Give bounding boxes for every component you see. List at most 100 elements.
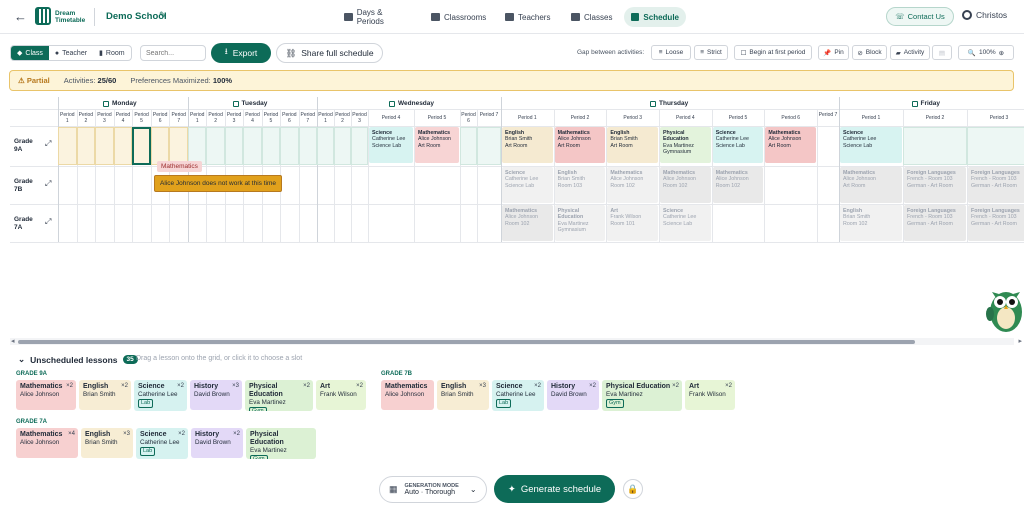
hovered-drop-cell[interactable] xyxy=(132,127,151,165)
expand-icon[interactable]: ⤢ xyxy=(45,139,51,149)
unscheduled-lesson-card[interactable]: History David Brown ×3 xyxy=(190,380,242,410)
unscheduled-lesson-card[interactable]: English Brian Smith ×3 xyxy=(81,428,133,458)
zoom-out-icon[interactable]: 🔍 xyxy=(968,49,976,57)
drop-target-cell[interactable] xyxy=(58,127,77,165)
lesson-card[interactable]: Mathematics Alice Johnson Art Room xyxy=(554,127,606,163)
drop-target-cell[interactable] xyxy=(243,127,262,165)
lesson-card[interactable]: Mathematics Alice Johnson Room 102 xyxy=(660,167,711,203)
unscheduled-lesson-card[interactable]: Physical Education Eva Martinez Gym ×2 xyxy=(602,380,682,411)
expand-icon[interactable]: ⤢ xyxy=(45,217,51,227)
lesson-card[interactable]: Mathematics Alice Johnson Art Room xyxy=(840,167,902,203)
view-room-button[interactable]: ▮ Room xyxy=(93,46,131,60)
nav-teachers[interactable]: Teachers xyxy=(498,7,560,27)
nav-classes[interactable]: Classes xyxy=(564,7,624,27)
lesson-card[interactable]: Science Catherine Lee Science Lab xyxy=(840,127,902,163)
drop-target-cell[interactable] xyxy=(334,127,351,165)
drop-target-cell[interactable] xyxy=(317,127,334,165)
nav-days-periods[interactable]: Days & Periods xyxy=(337,7,417,27)
lesson-card[interactable]: English Brian Smith Room 102 xyxy=(840,205,902,241)
lesson-card[interactable]: Physical Education Eva Martinez Gymnasium xyxy=(554,205,606,241)
drop-target-cell[interactable] xyxy=(224,127,244,165)
drop-target-cell[interactable] xyxy=(95,127,114,165)
drop-target-cell[interactable] xyxy=(169,127,188,165)
unscheduled-lesson-card[interactable]: History David Brown ×2 xyxy=(191,428,243,458)
drop-target-cell[interactable] xyxy=(351,127,368,165)
unscheduled-lesson-card[interactable]: Mathematics Alice Johnson ×2 xyxy=(16,380,76,410)
unscheduled-lesson-card[interactable]: English Brian Smith ×3 xyxy=(437,380,489,410)
export-button[interactable]: ⭳ Export xyxy=(211,43,271,63)
unscheduled-lesson-card[interactable]: History David Brown ×2 xyxy=(547,380,599,410)
contact-us-button[interactable]: ☏ Contact Us xyxy=(886,7,954,26)
unscheduled-lesson-card[interactable]: Science Catherine Lee Lab ×2 xyxy=(134,380,187,411)
lesson-card[interactable]: Foreign Languages French - Room 103 German… xyxy=(968,167,1024,203)
zoom-in-icon[interactable]: ⊕ xyxy=(999,49,1004,57)
lesson-card[interactable]: Mathematics Alice Johnson Art Room xyxy=(765,127,817,163)
lesson-card[interactable]: Mathematics Alice Johnson Art Room xyxy=(415,127,459,163)
search-input[interactable] xyxy=(140,45,206,61)
share-schedule-button[interactable]: ⛓ Share full schedule xyxy=(276,43,383,63)
lesson-card[interactable]: English Brian Smith Art Room xyxy=(502,127,553,163)
drop-target-cell[interactable] xyxy=(460,127,477,165)
lesson-card[interactable]: Mathematics Alice Johnson Room 102 xyxy=(712,167,764,203)
lesson-card[interactable]: Science Catherine Lee Science Lab xyxy=(660,205,711,241)
unscheduled-lesson-card[interactable]: English Brian Smith ×2 xyxy=(79,380,131,410)
back-arrow-icon[interactable]: ← xyxy=(14,9,27,24)
lesson-card[interactable]: English Brian Smith Room 103 xyxy=(554,167,606,203)
drop-target-cell[interactable] xyxy=(298,127,317,165)
drop-target-cell[interactable] xyxy=(280,127,299,165)
lesson-card[interactable]: Art Frank Wilson Room 101 xyxy=(607,205,659,241)
drop-target-cell[interactable] xyxy=(967,127,1024,165)
drop-target-cell[interactable] xyxy=(113,127,133,165)
lesson-card[interactable]: Foreign Languages French - Room 103 German… xyxy=(904,167,966,203)
unscheduled-lesson-card[interactable]: Science Catherine Lee Lab ×2 xyxy=(136,428,188,459)
unscheduled-lesson-card[interactable]: Art Frank Wilson ×2 xyxy=(685,380,735,410)
unscheduled-lesson-card[interactable]: Art Frank Wilson ×2 xyxy=(316,380,366,410)
unscheduled-lesson-card[interactable]: Mathematics Alice Johnson ×4 xyxy=(16,428,78,458)
lock-icon[interactable]: 🔒 xyxy=(623,479,643,499)
horizontal-scrollbar-thumb[interactable] xyxy=(18,340,915,344)
scroll-left-icon[interactable]: ◂ xyxy=(11,337,15,345)
begin-label: Begin at first period xyxy=(749,49,806,56)
period-header: Period 7 xyxy=(169,112,188,124)
unscheduled-lesson-card[interactable]: Physical Education Eva Martinez Gym ×2 xyxy=(245,380,313,411)
lesson-card[interactable]: Foreign Languages French - Room 103 German… xyxy=(904,205,966,241)
lesson-card[interactable]: Science Catherine Lee Science Lab xyxy=(712,127,764,163)
lesson-card[interactable]: Mathematics Alice Johnson Room 102 xyxy=(607,167,659,203)
pin-button[interactable]: 📌 Pin xyxy=(818,45,849,60)
expand-icon[interactable]: ⤢ xyxy=(45,179,51,189)
activity-button[interactable]: ▰ Activity xyxy=(890,45,930,60)
drop-target-cell[interactable] xyxy=(206,127,225,165)
lesson-card[interactable]: Mathematics Alice Johnson Room 102 xyxy=(502,205,553,241)
zoom-control[interactable]: 🔍 100% ⊕ xyxy=(958,45,1014,60)
generate-schedule-button[interactable]: ✦ Generate schedule xyxy=(494,475,615,503)
drop-target-cell[interactable] xyxy=(188,127,207,165)
lesson-card[interactable]: Science Catherine Lee Science Lab xyxy=(369,127,413,163)
view-teacher-button[interactable]: ● Teacher xyxy=(49,46,93,60)
generation-mode-select[interactable]: ▦ GENERATION MODE Auto · Thorough ⌄ xyxy=(379,476,487,503)
unscheduled-header[interactable]: ⌄ Unscheduled lessons 35 xyxy=(18,354,138,365)
user-menu[interactable]: Christos xyxy=(962,10,1007,20)
lesson-card[interactable]: Science Catherine Lee Science Lab xyxy=(502,167,553,203)
view-class-button[interactable]: ◆ Class xyxy=(11,46,49,60)
unscheduled-lesson-card[interactable]: Science Catherine Lee Lab ×2 xyxy=(492,380,544,411)
drop-target-cell[interactable] xyxy=(903,127,967,165)
strict-button[interactable]: ≡ Strict xyxy=(694,45,728,60)
begin-first-period-checkbox[interactable]: ☐ Begin at first period xyxy=(734,45,812,60)
chevron-down-icon[interactable]: ⌄ xyxy=(18,354,25,365)
lesson-card[interactable]: Physical Education Eva Martinez Gymnasium xyxy=(660,127,711,163)
drop-target-cell[interactable] xyxy=(477,127,501,165)
lesson-card[interactable]: English Brian Smith Art Room xyxy=(607,127,659,163)
scroll-right-icon[interactable]: ▸ xyxy=(1018,337,1022,345)
clear-button[interactable]: ▤ xyxy=(932,45,952,60)
drop-target-cell[interactable] xyxy=(76,127,96,165)
nav-classrooms[interactable]: Classrooms xyxy=(424,7,496,27)
block-button[interactable]: ⊘ Block xyxy=(852,45,887,60)
unscheduled-lesson-card[interactable]: Mathematics Alice Johnson xyxy=(381,380,434,410)
nav-schedule[interactable]: Schedule xyxy=(624,7,686,27)
drop-target-cell[interactable] xyxy=(150,127,170,165)
unscheduled-lesson-card[interactable]: Physical Education Eva Martinez Gym xyxy=(246,428,316,459)
edit-pencil-icon[interactable]: ✎ xyxy=(159,10,167,21)
loose-button[interactable]: ≡ Loose xyxy=(651,45,691,60)
lesson-card[interactable]: Foreign Languages French - Room 103 German… xyxy=(968,205,1024,241)
drop-target-cell[interactable] xyxy=(261,127,281,165)
